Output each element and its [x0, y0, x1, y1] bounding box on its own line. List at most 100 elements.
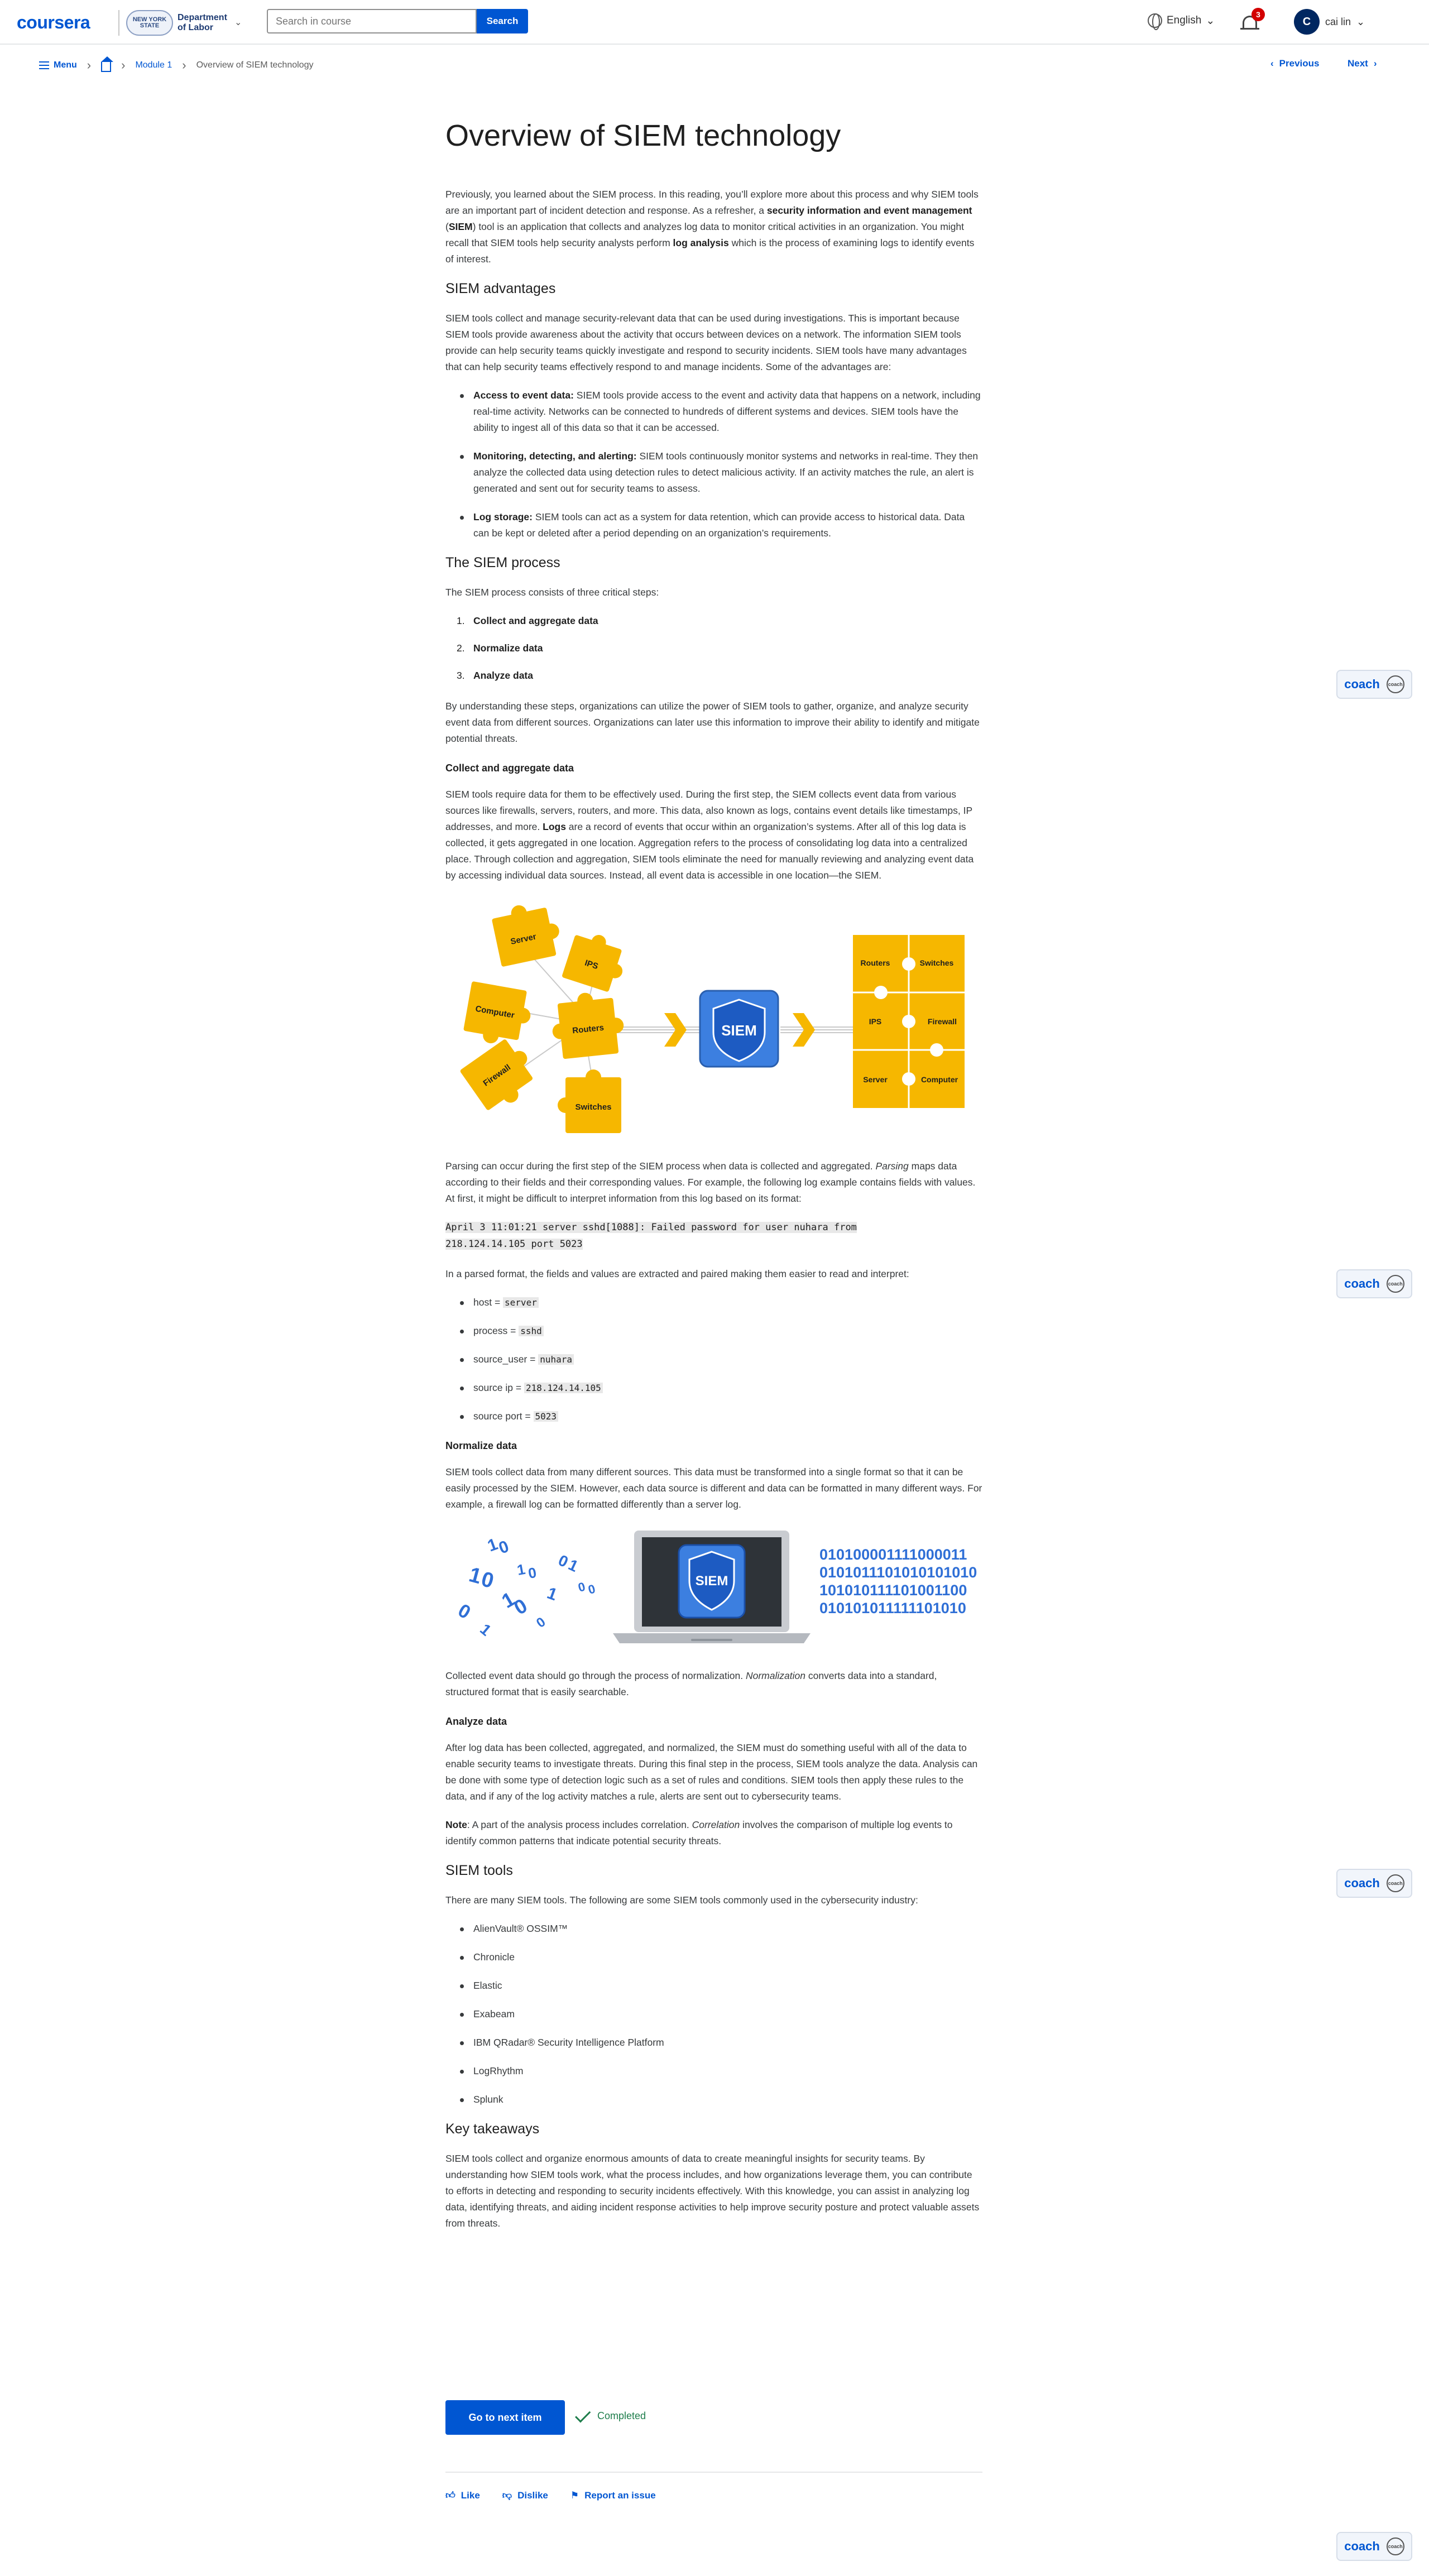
coach-button[interactable]: coach coach [1336, 670, 1412, 699]
normalize-paragraph: SIEM tools collect data from many differ… [445, 1466, 982, 1510]
subheading-normalize: Normalize data [445, 1440, 517, 1451]
coach-icon: coach [1386, 1275, 1404, 1293]
field-value: server [503, 1297, 539, 1308]
takeaways-paragraph: SIEM tools collect and organize enormous… [445, 2153, 980, 2229]
chevron-right-icon: › [121, 58, 126, 72]
term-correlation: Correlation [692, 1819, 740, 1830]
binary-row: 101010111101001100 [819, 1582, 967, 1599]
user-menu[interactable]: C cai lin ⌄ [1294, 9, 1365, 35]
list-item: Access to event data: SIEM tools provide… [445, 387, 982, 436]
coach-label: coach [1344, 2539, 1380, 2553]
subheading-analyze: Analyze data [445, 1716, 507, 1727]
term-log-analysis: log analysis [673, 237, 729, 248]
list-item: 1. Collect and aggregate data [445, 613, 982, 629]
menu-button[interactable]: Menu [39, 60, 77, 70]
breadcrumb-module[interactable]: Module 1 [135, 60, 172, 70]
step-number: 1. [457, 615, 465, 626]
puzzle-piece-computer: Computer [463, 981, 531, 1044]
section-heading-process: The SIEM process [445, 555, 560, 570]
grid-label: Firewall [928, 1017, 957, 1026]
list-item: source port = 5023 [445, 1408, 982, 1424]
field-name: host = [473, 1297, 503, 1308]
section-heading-advantages: SIEM advantages [445, 281, 556, 296]
chevron-right-icon: › [1373, 58, 1377, 69]
list-item: host = server [445, 1294, 982, 1311]
binary-digit: 0 [527, 1564, 538, 1582]
coursera-logo[interactable]: coursera [17, 12, 90, 33]
partner-seal-icon: NEW YORK STATE [126, 10, 173, 36]
list-item-text: SIEM tools can act as a system for data … [473, 511, 965, 539]
search-input[interactable] [267, 9, 477, 33]
menu-label: Menu [54, 60, 77, 70]
coach-button[interactable]: coach coach [1336, 1269, 1412, 1298]
term-logs: Logs [543, 821, 566, 832]
list-item: LogRhythm [445, 2063, 982, 2079]
like-button[interactable]: 👍︎ Like [445, 2489, 480, 2501]
menu-icon [39, 61, 49, 69]
dislike-button[interactable]: 👎︎ Dislike [502, 2489, 548, 2501]
analyze-paragraph: After log data has been collected, aggre… [445, 1742, 978, 1802]
list-item: AlienVault® OSSIM™ [445, 1921, 982, 1937]
notifications-button[interactable]: 3 [1239, 8, 1265, 35]
list-item-label: Monitoring, detecting, and alerting: [473, 450, 637, 462]
list-item: source_user = nuhara [445, 1351, 982, 1368]
field-value: sshd [519, 1326, 544, 1336]
coach-icon: coach [1386, 675, 1404, 693]
coach-button[interactable]: coach coach [1336, 2532, 1412, 2561]
step-number: 2. [457, 642, 465, 654]
siem-label: SIEM [696, 1574, 728, 1589]
list-item: Log storage: SIEM tools can act as a sys… [445, 509, 982, 541]
binary-digit: 0 [496, 1537, 511, 1558]
binary-digit: 0 [587, 1582, 597, 1597]
completed-label: Completed [597, 2410, 646, 2421]
next-button[interactable]: Next › [1348, 58, 1377, 69]
normalization-diagram: 1 0 1 0 0 1 0 1 0 1 0 1 0 0 1 0 SIEM 010… [454, 1531, 977, 1643]
puzzle-piece-routers: Routers [552, 992, 624, 1059]
siem-label: SIEM [721, 1022, 757, 1039]
subheading-collect: Collect and aggregate data [445, 762, 574, 774]
list-item: 3. Analyze data [445, 668, 982, 684]
top-header: coursera NEW YORK STATE Department of La… [0, 0, 1429, 45]
coach-label: coach [1344, 1876, 1380, 1890]
home-icon[interactable] [101, 56, 114, 72]
breadcrumb-current: Overview of SIEM technology [196, 60, 314, 70]
list-item: Monitoring, detecting, and alerting: SIE… [445, 448, 982, 497]
coach-icon: coach [1386, 2537, 1404, 2555]
log-line: 218.124.14.105 port 5023 [445, 1239, 583, 1250]
globe-icon [1148, 13, 1162, 30]
report-issue-button[interactable]: ⚑ Report an issue [570, 2489, 656, 2501]
user-name: cai lin [1325, 16, 1351, 27]
bell-icon-base [1240, 28, 1259, 30]
tools-paragraph: There are many SIEM tools. The following… [445, 1894, 918, 1906]
language-selector[interactable]: English ⌄ [1148, 13, 1215, 30]
go-to-next-item-button[interactable]: Go to next item [445, 2400, 565, 2435]
partner-chevron-down-icon[interactable]: ⌄ [234, 17, 242, 28]
collect-paragraph: SIEM tools require data for them to be e… [445, 786, 982, 884]
advantages-list: Access to event data: SIEM tools provide… [445, 387, 982, 541]
like-label: Like [461, 2489, 480, 2501]
binary-digit: 0 [454, 1600, 474, 1623]
search-button[interactable]: Search [477, 9, 528, 33]
note-label: Note [445, 1819, 467, 1830]
step-label: Normalize data [473, 642, 543, 654]
chevron-right-icon: › [182, 58, 186, 72]
grid-label: Routers [861, 958, 890, 967]
log-example-code: April 3 11:01:21 server sshd[1088]: Fail… [445, 1219, 982, 1253]
list-item: Splunk [445, 2091, 982, 2108]
chevron-down-icon: ⌄ [1206, 15, 1215, 27]
partner-logo[interactable]: NEW YORK STATE Department of Labor [126, 8, 238, 38]
coach-button[interactable]: coach coach [1336, 1869, 1412, 1898]
puzzle-piece-firewall: Firewall [460, 1039, 533, 1110]
next-label: Next [1348, 58, 1368, 69]
step-label: Analyze data [473, 670, 533, 681]
field-name: source ip = [473, 1382, 524, 1393]
chevron-down-icon: ⌄ [1356, 16, 1365, 27]
binary-digit: 1 [477, 1620, 495, 1639]
parsed-paragraph: In a parsed format, the fields and value… [445, 1268, 909, 1279]
language-label: English [1167, 15, 1202, 26]
text: Parsing can occur during the first step … [445, 1160, 876, 1172]
text: Collected event data should go through t… [445, 1670, 746, 1681]
puzzle-piece-server: Server [492, 905, 559, 967]
partner-name-line2: of Labor [178, 23, 213, 32]
previous-button[interactable]: ‹ Previous [1270, 58, 1319, 69]
